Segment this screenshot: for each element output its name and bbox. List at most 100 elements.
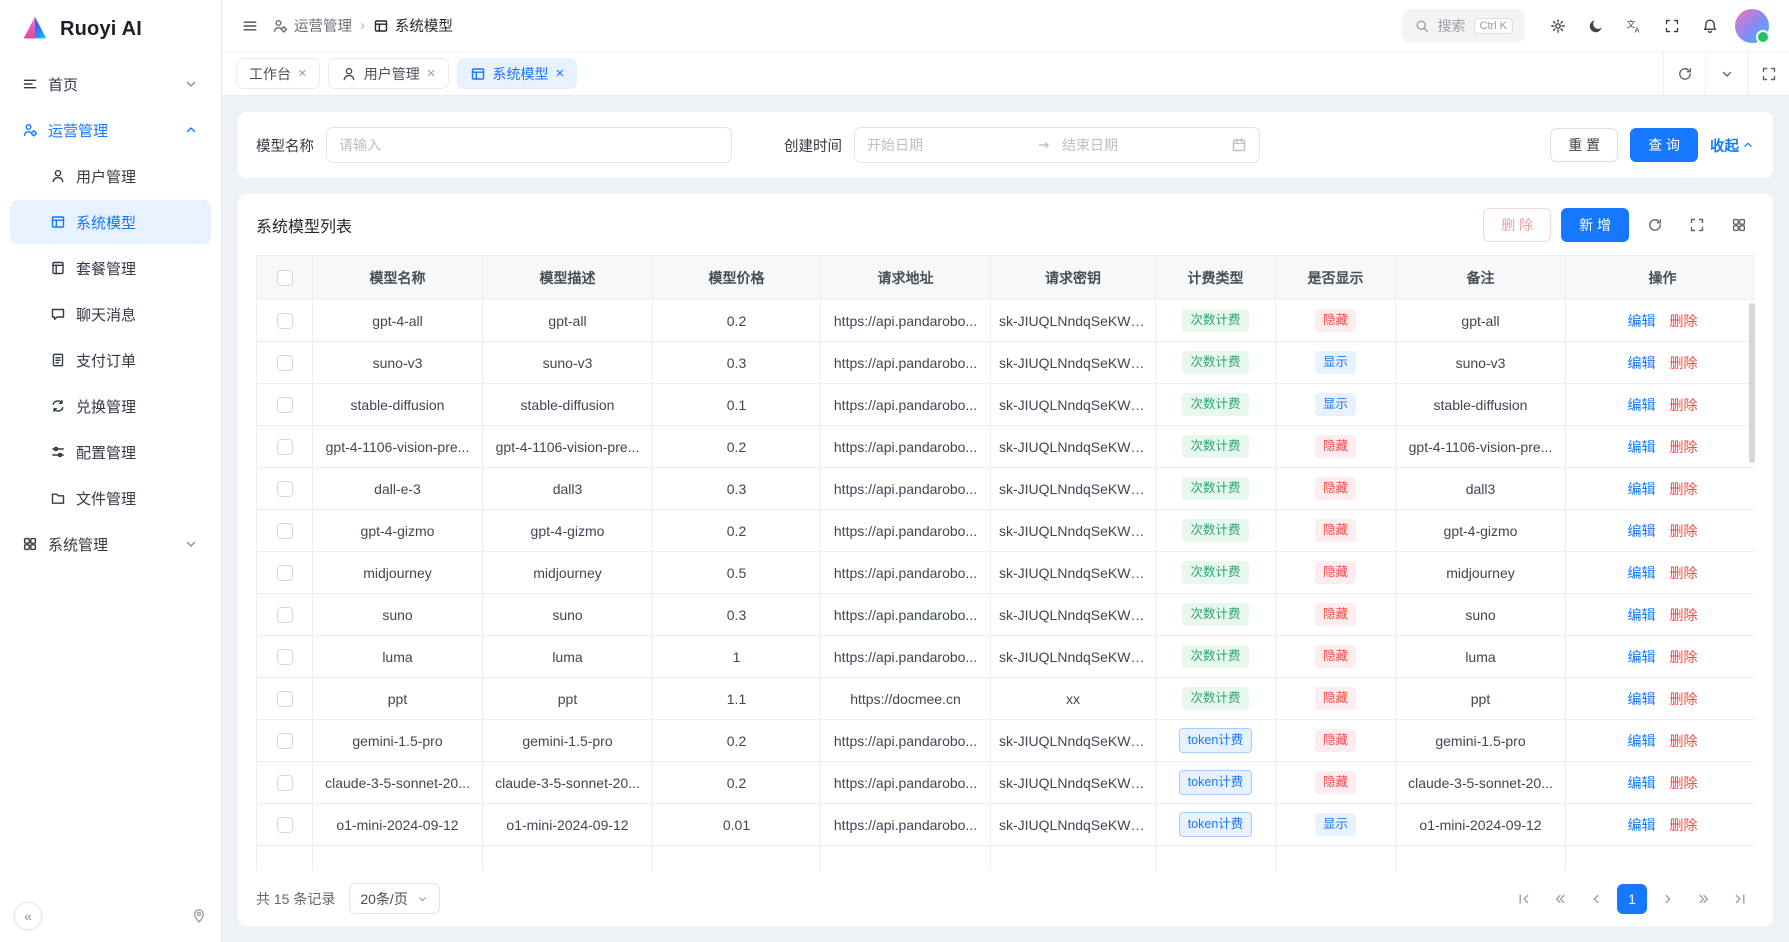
edit-button[interactable]: 编辑 xyxy=(1628,691,1656,707)
sidebar-item-0[interactable]: 首页 xyxy=(10,62,211,106)
edit-button[interactable]: 编辑 xyxy=(1628,439,1656,455)
sidebar-item-10[interactable]: 系统管理 xyxy=(10,522,211,566)
table-refresh-button[interactable] xyxy=(1639,209,1671,241)
translate-button[interactable]: 文A xyxy=(1617,9,1651,43)
cell-billing-type: 次数计费 xyxy=(1156,426,1276,468)
sidebar-item-8[interactable]: 配置管理 xyxy=(10,430,211,474)
row-checkbox[interactable] xyxy=(277,397,293,413)
avatar[interactable] xyxy=(1735,9,1769,43)
query-button[interactable]: 查 询 xyxy=(1630,128,1698,162)
table-fullscreen-button[interactable] xyxy=(1681,209,1713,241)
sidebar-item-6[interactable]: 支付订单 xyxy=(10,338,211,382)
page-first-button[interactable] xyxy=(1509,884,1539,914)
row-delete-button[interactable]: 删除 xyxy=(1670,649,1698,665)
model-icon xyxy=(373,18,389,34)
edit-button[interactable]: 编辑 xyxy=(1628,565,1656,581)
page-next-button[interactable] xyxy=(1653,884,1683,914)
select-all-checkbox[interactable] xyxy=(277,270,293,286)
edit-button[interactable]: 编辑 xyxy=(1628,523,1656,539)
breadcrumb-item[interactable]: 系统模型 xyxy=(373,15,453,36)
sidebar-collapse-button[interactable]: « xyxy=(14,902,42,930)
sidebar-item-9[interactable]: 文件管理 xyxy=(10,476,211,520)
sidebar-toggle-button[interactable] xyxy=(242,18,258,34)
edit-button[interactable]: 编辑 xyxy=(1628,355,1656,371)
sidebar-item-4[interactable]: 套餐管理 xyxy=(10,246,211,290)
tabbar-refresh-button[interactable] xyxy=(1663,52,1705,95)
row-delete-button[interactable]: 删除 xyxy=(1670,691,1698,707)
batch-delete-button[interactable]: 删 除 xyxy=(1483,208,1551,242)
row-checkbox[interactable] xyxy=(277,481,293,497)
row-checkbox[interactable] xyxy=(277,733,293,749)
page-prev-group-button[interactable] xyxy=(1545,884,1575,914)
tab-0[interactable]: 工作台× xyxy=(236,58,320,89)
chat-icon xyxy=(50,306,66,322)
row-checkbox[interactable] xyxy=(277,439,293,455)
row-delete-button[interactable]: 删除 xyxy=(1670,607,1698,623)
column-settings-button[interactable] xyxy=(1723,209,1755,241)
row-delete-button[interactable]: 删除 xyxy=(1670,313,1698,329)
tab-2[interactable]: 系统模型 × xyxy=(457,58,578,89)
notification-button[interactable] xyxy=(1693,9,1727,43)
edit-button[interactable]: 编辑 xyxy=(1628,607,1656,623)
edit-button[interactable]: 编辑 xyxy=(1628,649,1656,665)
page-last-button[interactable] xyxy=(1725,884,1755,914)
date-range-picker[interactable]: 开始日期 结束日期 xyxy=(854,127,1260,163)
settings-button[interactable] xyxy=(1541,9,1575,43)
reset-button[interactable]: 重 置 xyxy=(1550,128,1618,162)
sidebar-item-7[interactable]: 兑换管理 xyxy=(10,384,211,428)
logo[interactable]: Ruoyi AI xyxy=(0,0,221,58)
row-checkbox[interactable] xyxy=(277,313,293,329)
dark-mode-button[interactable] xyxy=(1579,9,1613,43)
page-number-button[interactable]: 1 xyxy=(1617,884,1647,914)
model-name-input[interactable] xyxy=(326,127,732,163)
row-delete-button[interactable]: 删除 xyxy=(1670,397,1698,413)
pin-icon[interactable] xyxy=(191,908,207,924)
tabbar-chevron-down-button[interactable] xyxy=(1705,52,1747,95)
close-icon[interactable]: × xyxy=(556,66,565,81)
row-checkbox[interactable] xyxy=(277,775,293,791)
row-delete-button[interactable]: 删除 xyxy=(1670,733,1698,749)
chevron-down-icon xyxy=(183,76,199,92)
edit-button[interactable]: 编辑 xyxy=(1628,397,1656,413)
edit-button[interactable]: 编辑 xyxy=(1628,817,1656,833)
edit-button[interactable]: 编辑 xyxy=(1628,733,1656,749)
edit-button[interactable]: 编辑 xyxy=(1628,481,1656,497)
collapse-filter-link[interactable]: 收起 xyxy=(1710,135,1755,156)
fullscreen-button[interactable] xyxy=(1655,9,1689,43)
add-button[interactable]: 新 增 xyxy=(1561,208,1629,242)
row-checkbox[interactable] xyxy=(277,817,293,833)
row-checkbox[interactable] xyxy=(277,649,293,665)
row-checkbox[interactable] xyxy=(277,607,293,623)
table-row: ppt ppt 1.1 https://docmee.cn xx 次数计费 隐藏… xyxy=(257,678,1756,720)
row-checkbox[interactable] xyxy=(277,355,293,371)
sidebar-item-3[interactable]: 系统模型 xyxy=(10,200,211,244)
page-prev-button[interactable] xyxy=(1581,884,1611,914)
row-delete-button[interactable]: 删除 xyxy=(1670,775,1698,791)
sidebar-item-1[interactable]: 运营管理 xyxy=(10,108,211,152)
page-size-select[interactable]: 20条/页 xyxy=(349,883,439,914)
table-row: suno suno 0.3 https://api.pandarobo... s… xyxy=(257,594,1756,636)
close-icon[interactable]: × xyxy=(427,66,436,81)
table-scrollbar[interactable] xyxy=(1749,303,1755,463)
tab-1[interactable]: 用户管理× xyxy=(328,58,449,89)
tab-label: 系统模型 xyxy=(493,64,549,84)
row-checkbox[interactable] xyxy=(277,691,293,707)
close-icon[interactable]: × xyxy=(298,66,307,81)
billing-badge: token计费 xyxy=(1179,728,1253,753)
row-checkbox[interactable] xyxy=(277,523,293,539)
row-checkbox[interactable] xyxy=(277,565,293,581)
row-delete-button[interactable]: 删除 xyxy=(1670,523,1698,539)
row-delete-button[interactable]: 删除 xyxy=(1670,565,1698,581)
sidebar-item-5[interactable]: 聊天消息 xyxy=(10,292,211,336)
global-search[interactable]: 搜索 Ctrl K xyxy=(1402,9,1526,43)
row-delete-button[interactable]: 删除 xyxy=(1670,439,1698,455)
edit-button[interactable]: 编辑 xyxy=(1628,313,1656,329)
tabbar-maximize-button[interactable] xyxy=(1747,52,1789,95)
row-delete-button[interactable]: 删除 xyxy=(1670,355,1698,371)
breadcrumb-item[interactable]: 运营管理 xyxy=(272,15,352,36)
edit-button[interactable]: 编辑 xyxy=(1628,775,1656,791)
sidebar-item-2[interactable]: 用户管理 xyxy=(10,154,211,198)
page-next-group-button[interactable] xyxy=(1689,884,1719,914)
row-delete-button[interactable]: 删除 xyxy=(1670,817,1698,833)
row-delete-button[interactable]: 删除 xyxy=(1670,481,1698,497)
